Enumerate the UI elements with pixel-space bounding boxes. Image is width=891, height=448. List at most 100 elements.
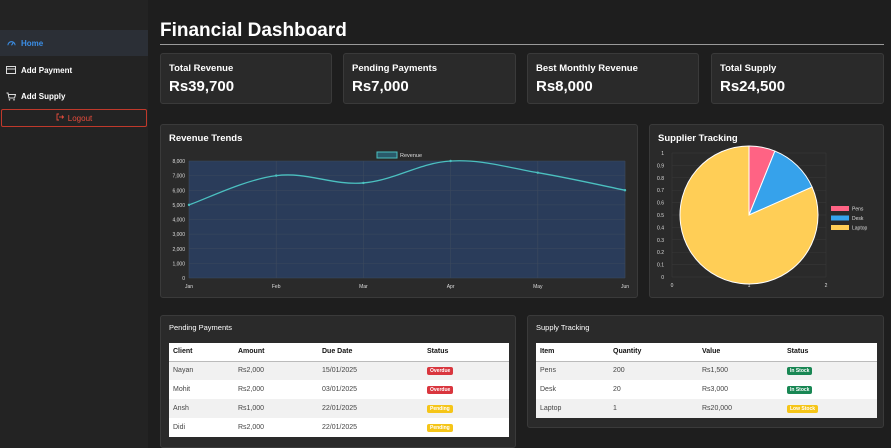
stat-card-total-revenue: Total Revenue Rs39,700 xyxy=(160,53,332,104)
pending-payments-table: Client Amount Due Date Status Nayan Rs2,… xyxy=(169,343,509,437)
y-tick-label: 1 xyxy=(661,151,664,157)
client-cell: Nayan xyxy=(169,361,234,380)
stat-card-total-supply: Total Supply Rs24,500 xyxy=(711,53,884,104)
stat-card-best-monthly-revenue: Best Monthly Revenue Rs8,000 xyxy=(527,53,699,104)
column-header: Client xyxy=(169,343,234,362)
status-badge: Low Stock xyxy=(787,404,819,413)
table-row: Mohit Rs2,000 03/01/2025 Overdue xyxy=(169,380,509,399)
supplier-pie-chart: 00.10.20.30.40.50.60.70.80.910 1 2PensDesk… xyxy=(657,145,868,289)
item-cell: Desk xyxy=(540,386,556,393)
table-row: Ansh Rs1,000 22/01/2025 Pending xyxy=(169,399,509,418)
y-tick-label: 0 xyxy=(661,275,664,281)
column-header: Status xyxy=(423,343,509,362)
status-cell: In Stock xyxy=(783,361,877,380)
stat-label: Total Supply xyxy=(720,63,777,74)
due-date-cell: 15/01/2025 xyxy=(318,361,423,380)
y-tick-label: 1,000 xyxy=(172,261,185,267)
panel-title: Pending Payments xyxy=(169,323,232,332)
pending-payments-panel: Pending Payments Client Amount Due Date … xyxy=(160,315,516,448)
table-row: Nayan Rs2,000 15/01/2025 Overdue xyxy=(169,361,509,380)
panel-title: Supply Tracking xyxy=(536,323,590,332)
stat-card-pending-payments: Pending Payments Rs7,000 xyxy=(343,53,516,104)
amount-cell: Rs1,000 xyxy=(234,399,318,418)
status-badge: Overdue xyxy=(427,366,454,375)
column-header: Value xyxy=(698,343,783,362)
stat-value: Rs39,700 xyxy=(169,78,235,95)
stat-label: Total Revenue xyxy=(169,63,234,74)
y-tick-label: 4,000 xyxy=(172,218,185,224)
sidebar-item-add-supply[interactable]: Add Supply xyxy=(0,83,148,109)
revenue-line-chart: 0 1,000 2,000 3,000 4,000 5,000 6,000 7,000 8,00… xyxy=(172,151,629,290)
y-tick-label: 0.5 xyxy=(657,213,664,219)
sidebar-item-label: Add Payment xyxy=(21,65,73,75)
y-tick-label: 0.6 xyxy=(657,201,664,207)
value-cell: Rs20,000 xyxy=(698,399,783,418)
client-cell: Mohit xyxy=(173,386,191,393)
x-tick-label: Jun xyxy=(621,284,629,290)
quantity-cell: 20 xyxy=(613,386,621,393)
due-date-cell: 22/01/2025 xyxy=(322,424,358,431)
status-badge: In Stock xyxy=(787,366,813,375)
stat-label: Pending Payments xyxy=(352,63,437,74)
quantity-cell: 1 xyxy=(609,399,698,418)
supply-tracking-table: Item Quantity Value Status Pens 200 Rs1,… xyxy=(536,343,877,418)
page-title: Financial Dashboard xyxy=(160,20,347,41)
x-tick-label: 0 xyxy=(671,283,674,289)
x-tick-label: 2 xyxy=(825,283,828,289)
sidebar: Home Add Payment Add Supply Logout xyxy=(0,0,148,448)
data-point xyxy=(187,203,191,207)
payment-icon xyxy=(6,66,16,75)
status-cell: Overdue xyxy=(423,361,509,380)
legend-swatch xyxy=(831,206,849,211)
y-tick-label: 8,000 xyxy=(172,159,185,165)
table-row: Didi Rs2,000 22/01/2025 Pending xyxy=(169,418,509,437)
column-header: Amount xyxy=(234,343,318,362)
x-tick-label: Jan xyxy=(185,284,193,290)
data-point xyxy=(275,174,278,177)
item-cell: Pens xyxy=(536,361,609,380)
column-header: Due Date xyxy=(318,343,423,362)
table-row: Desk 20 Rs3,000 In Stock xyxy=(536,380,877,399)
status-badge: Pending xyxy=(427,423,453,432)
supply-tracking-panel: Supply Tracking Item Quantity Value Stat… xyxy=(527,315,884,428)
y-tick-label: 0.1 xyxy=(657,263,664,269)
logout-label: Logout xyxy=(67,113,93,123)
client-cell: Ansh xyxy=(169,399,234,418)
table-header-row: Item Quantity Value Status xyxy=(536,343,877,362)
status-cell: In Stock xyxy=(783,380,877,399)
x-tick-label: Apr xyxy=(447,284,455,290)
x-tick-label: Feb xyxy=(272,284,281,290)
status-cell: Pending xyxy=(423,399,509,418)
sidebar-item-add-payment[interactable]: Add Payment xyxy=(0,57,148,83)
due-date-cell: 22/01/2025 xyxy=(318,399,423,418)
y-tick-label: 7,000 xyxy=(172,174,185,180)
legend-swatch xyxy=(831,225,849,230)
client-cell: Didi xyxy=(173,424,186,431)
y-tick-label: 0.4 xyxy=(657,225,664,231)
x-tick-label: Mar xyxy=(359,284,368,290)
y-tick-label: 2,000 xyxy=(172,247,185,253)
sidebar-item-home[interactable]: Home xyxy=(0,30,148,56)
data-point xyxy=(536,171,539,174)
y-tick-label: 0.7 xyxy=(657,188,664,194)
legend-label: Laptop xyxy=(852,226,868,232)
amount-cell: Rs2,000 xyxy=(234,361,318,380)
sidebar-item-label: Home xyxy=(21,38,44,48)
dashboard-icon xyxy=(6,39,16,48)
y-tick-label: 0.9 xyxy=(657,163,664,169)
cart-icon xyxy=(6,92,16,101)
sidebar-item-label: Add Supply xyxy=(21,91,66,101)
supplier-tracking-panel: Supplier Tracking 0 0.1 0.2 0.3 0.4 0.5 0.6 0.7… xyxy=(649,124,884,298)
amount-cell: Rs2,000 xyxy=(238,386,265,393)
x-tick-label: May xyxy=(533,284,543,290)
logout-button[interactable]: Logout xyxy=(1,109,147,127)
amount-cell: Rs2,000 xyxy=(238,424,265,431)
status-badge: Pending xyxy=(427,404,453,413)
data-point xyxy=(623,189,627,192)
legend-swatch xyxy=(831,215,849,221)
legend-label: Pens xyxy=(852,207,864,213)
y-tick-label: 5,000 xyxy=(172,203,185,209)
column-header: Quantity xyxy=(609,343,698,362)
y-tick-label: 0.8 xyxy=(657,176,664,182)
value-cell: Rs3,000 xyxy=(702,386,729,393)
